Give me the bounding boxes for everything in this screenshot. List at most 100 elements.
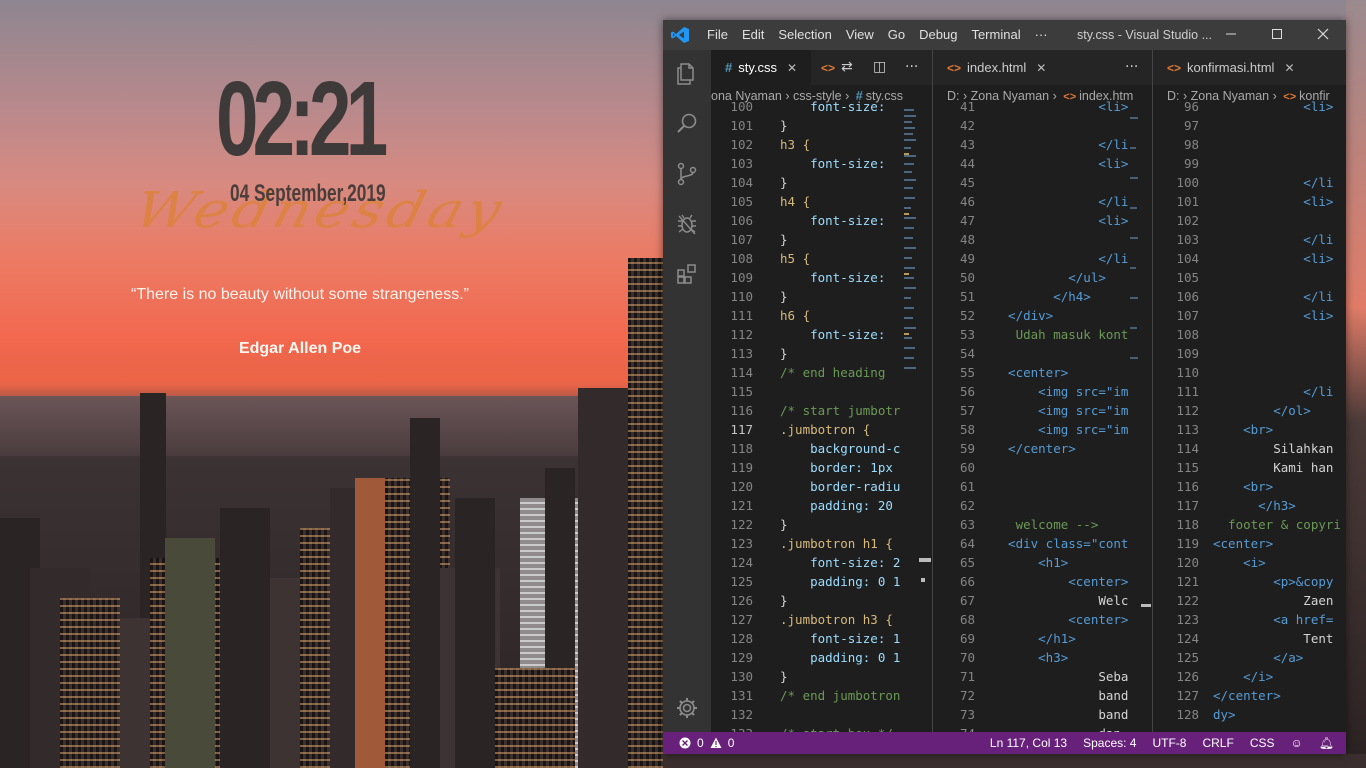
code-line[interactable]: 109	[1153, 344, 1346, 363]
code-line[interactable]: 124 Tent	[1153, 629, 1346, 648]
code-line[interactable]: 129 padding: 0 1	[711, 648, 932, 667]
code-line[interactable]: 114 /* end heading	[711, 363, 932, 382]
code-line[interactable]: 99	[1153, 154, 1346, 173]
code-line[interactable]: 46 </li	[933, 192, 1152, 211]
code-line[interactable]: 103 font-size:	[711, 154, 932, 173]
code-line[interactable]: 98	[1153, 135, 1346, 154]
open-changes-icon[interactable]: ⇄	[841, 50, 853, 85]
code-line[interactable]: 74 dan	[933, 724, 1152, 732]
code-line[interactable]: 111 </li	[1153, 382, 1346, 401]
code-line[interactable]: 116 /* start jumbotr	[711, 401, 932, 420]
code-line[interactable]: 105 h4 {	[711, 192, 932, 211]
code-line[interactable]: 60	[933, 458, 1152, 477]
code-line[interactable]: 50 </ul>	[933, 268, 1152, 287]
code-line[interactable]: 127 </center>	[1153, 686, 1346, 705]
split-editor-icon[interactable]: ◫	[873, 50, 886, 85]
menu-debug[interactable]: Debug	[912, 20, 964, 50]
more-actions-icon[interactable]: ···	[1125, 50, 1138, 85]
line-ending[interactable]: CRLF	[1202, 736, 1233, 750]
code-line[interactable]: 54	[933, 344, 1152, 363]
close-tab-icon[interactable]: ✕	[1284, 61, 1294, 75]
code-line[interactable]: 124 font-size: 2	[711, 553, 932, 572]
code-line[interactable]: 65 <h1>	[933, 553, 1152, 572]
menu-file[interactable]: File	[700, 20, 735, 50]
code-line[interactable]: 47 <li>	[933, 211, 1152, 230]
code-line[interactable]: 112 </ol>	[1153, 401, 1346, 420]
code-line[interactable]: 96 <li>	[1153, 97, 1346, 116]
indentation[interactable]: Spaces: 4	[1083, 736, 1136, 750]
code-line[interactable]: 121 padding: 20	[711, 496, 932, 515]
code-line[interactable]: 128 font-size: 1	[711, 629, 932, 648]
code-line[interactable]: 69 </h1>	[933, 629, 1152, 648]
code-line[interactable]: 117 .jumbotron {	[711, 420, 932, 439]
code-line[interactable]: 64 <div class="cont	[933, 534, 1152, 553]
search-icon[interactable]	[675, 112, 699, 136]
bell-icon[interactable]: 🔔︎	[1319, 736, 1334, 750]
code-line[interactable]: 101}	[711, 116, 932, 135]
code-line[interactable]: 55 <center>	[933, 363, 1152, 382]
code-line[interactable]: 130}	[711, 667, 932, 686]
gear-icon[interactable]	[675, 696, 699, 720]
code-line[interactable]: 53 Udah masuk kont	[933, 325, 1152, 344]
tab-index-html[interactable]: <> index.html ✕	[933, 50, 1063, 85]
code-line[interactable]: 73 band	[933, 705, 1152, 724]
cursor-position[interactable]: Ln 117, Col 13	[990, 736, 1067, 750]
code-line[interactable]: 102 h3 {	[711, 135, 932, 154]
code-line[interactable]: 102	[1153, 211, 1346, 230]
code-line[interactable]: 42	[933, 116, 1152, 135]
code-line[interactable]: 116 <br>	[1153, 477, 1346, 496]
code-line[interactable]: 59 </center>	[933, 439, 1152, 458]
code-line[interactable]: 115	[711, 382, 932, 401]
code-line[interactable]: 62	[933, 496, 1152, 515]
code-line[interactable]: 113}	[711, 344, 932, 363]
code-line[interactable]: 105	[1153, 268, 1346, 287]
code-line[interactable]: 114 Silahkan	[1153, 439, 1346, 458]
code-line[interactable]: 118 background-c	[711, 439, 932, 458]
code-line[interactable]: 61	[933, 477, 1152, 496]
close-button[interactable]	[1300, 20, 1346, 50]
menu-view[interactable]: View	[839, 20, 881, 50]
code-line[interactable]: 125 padding: 0 1	[711, 572, 932, 591]
minimap[interactable]	[902, 107, 918, 407]
menu-go[interactable]: Go	[881, 20, 912, 50]
code-line[interactable]: 118 footer & copyri	[1153, 515, 1346, 534]
code-line[interactable]: 120 border-radiu	[711, 477, 932, 496]
extensions-icon[interactable]	[675, 262, 699, 286]
code-line[interactable]: 48	[933, 230, 1152, 249]
code-line[interactable]: 112 font-size:	[711, 325, 932, 344]
maximize-button[interactable]	[1254, 20, 1300, 50]
encoding[interactable]: UTF-8	[1152, 736, 1186, 750]
close-tab-icon[interactable]: ✕	[787, 61, 797, 75]
code-line[interactable]: 70 <h3>	[933, 648, 1152, 667]
code-line[interactable]: 123 <a href=	[1153, 610, 1346, 629]
source-control-icon[interactable]	[675, 162, 699, 186]
debug-icon[interactable]	[675, 212, 699, 236]
code-line[interactable]: 63 welcome -->	[933, 515, 1152, 534]
code-line[interactable]: 100 font-size:	[711, 97, 932, 116]
code-line[interactable]: 97	[1153, 116, 1346, 135]
feedback-icon[interactable]: ☺	[1291, 736, 1303, 750]
code-line[interactable]: 52 </div>	[933, 306, 1152, 325]
code-line[interactable]: 119 border: 1px	[711, 458, 932, 477]
menu-edit[interactable]: Edit	[735, 20, 771, 50]
code-line[interactable]: 45	[933, 173, 1152, 192]
code-line[interactable]: 67 Welc	[933, 591, 1152, 610]
tab-konfirmasi-html[interactable]: <> konfirmasi.html ✕	[1153, 50, 1303, 85]
code-line[interactable]: 68 <center>	[933, 610, 1152, 629]
code-line[interactable]: 123 .jumbotron h1 {	[711, 534, 932, 553]
code-line[interactable]: 58 <img src="im	[933, 420, 1152, 439]
tab-sty-css[interactable]: # sty.css ✕	[711, 50, 811, 85]
code-line[interactable]: 103 </li	[1153, 230, 1346, 249]
code-line[interactable]: 66 <center>	[933, 572, 1152, 591]
code-line[interactable]: 122 Zaen	[1153, 591, 1346, 610]
code-line[interactable]: 119 <center>	[1153, 534, 1346, 553]
code-line[interactable]: 127 .jumbotron h3 {	[711, 610, 932, 629]
code-line[interactable]: 107}	[711, 230, 932, 249]
code-line[interactable]: 131 /* end jumbotron	[711, 686, 932, 705]
code-line[interactable]: 72 band	[933, 686, 1152, 705]
code-line[interactable]: 104}	[711, 173, 932, 192]
code-line[interactable]: 113 <br>	[1153, 420, 1346, 439]
menu-selection[interactable]: Selection	[771, 20, 838, 50]
code-line[interactable]: 106 </li	[1153, 287, 1346, 306]
minimize-button[interactable]	[1208, 20, 1254, 50]
